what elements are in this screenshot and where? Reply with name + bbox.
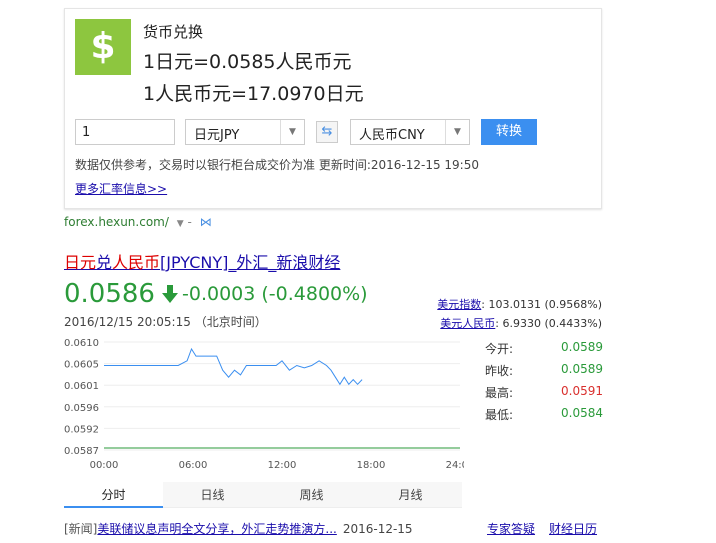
usdcny-value: : 6.9330 (0.4433%) bbox=[495, 317, 602, 330]
amount-input[interactable] bbox=[75, 119, 175, 145]
current-price: 0.0586 bbox=[64, 279, 155, 309]
x-tick-label: 12:00 bbox=[268, 460, 297, 471]
intraday-chart: 0.0610 0.0605 0.0601 0.0596 0.0592 0.0587 00:… bbox=[64, 338, 464, 471]
swap-currencies-button[interactable]: ⇆ bbox=[316, 121, 338, 143]
result-url: forex.hexun.com/ ▼ - ⋈ bbox=[64, 215, 212, 229]
stat-high: 最高: 0.0591 bbox=[485, 384, 603, 406]
rate-line-2: 1人民币元=17.0970日元 bbox=[143, 83, 364, 105]
snapshot-icon[interactable]: ⋈ bbox=[200, 215, 212, 229]
converter-title: 货币兑换 bbox=[143, 23, 204, 41]
stat-value: 0.0589 bbox=[561, 340, 603, 354]
price-change: -0.0003 (-0.4800%) bbox=[182, 283, 368, 305]
result-url-text: forex.hexun.com/ bbox=[64, 215, 169, 229]
stat-prev-close: 昨收: 0.0589 bbox=[485, 362, 603, 384]
y-tick-label: 0.0592 bbox=[64, 424, 99, 435]
y-tick-label: 0.0596 bbox=[64, 403, 99, 414]
econ-calendar-link[interactable]: 财经日历 bbox=[549, 520, 597, 537]
more-rates-link[interactable]: 更多汇率信息>> bbox=[75, 180, 167, 197]
y-tick-label: 0.0587 bbox=[64, 446, 99, 457]
dollar-icon: $ bbox=[75, 19, 131, 75]
stat-label: 最低: bbox=[485, 408, 514, 422]
stat-label: 今开: bbox=[485, 342, 514, 356]
from-currency-value: 日元JPY bbox=[194, 128, 240, 143]
timestamp: 2016/12/15 20:05:15 （北京时间） bbox=[64, 315, 267, 329]
tab-intraday[interactable]: 分时 bbox=[64, 482, 163, 508]
stat-value: 0.0591 bbox=[561, 384, 603, 398]
usd-index-link[interactable]: 美元指数 bbox=[437, 298, 481, 311]
y-tick-label: 0.0601 bbox=[64, 381, 99, 392]
price-line bbox=[104, 347, 363, 386]
url-dropdown-icon[interactable]: ▼ bbox=[177, 219, 184, 229]
to-currency-select[interactable]: 人民币CNY ▼ bbox=[350, 119, 470, 145]
x-ticks: 00:00 06:00 12:00 18:00 24:00 bbox=[90, 460, 464, 471]
y-tick-label: 0.0610 bbox=[64, 338, 99, 349]
chevron-down-icon: ▼ bbox=[280, 120, 304, 144]
usdcny-index: 美元人民币: 6.9330 (0.4433%) bbox=[440, 315, 602, 331]
down-arrow-icon bbox=[162, 285, 178, 303]
news-tag: [新闻] bbox=[64, 522, 98, 536]
stat-label: 昨收: bbox=[485, 364, 514, 378]
usd-index-value: : 103.0131 (0.9568%) bbox=[481, 298, 602, 311]
tab-daily[interactable]: 日线 bbox=[163, 482, 262, 508]
title-rest: [JPYCNY]_外汇_新浪财经 bbox=[160, 253, 341, 272]
y-ticks: 0.0610 0.0605 0.0601 0.0596 0.0592 0.0587 bbox=[64, 338, 99, 457]
to-currency-value: 人民币CNY bbox=[359, 128, 425, 143]
stat-open: 今开: 0.0589 bbox=[485, 340, 603, 362]
x-tick-label: 24:00 bbox=[446, 460, 464, 471]
stat-low: 最低: 0.0584 bbox=[485, 406, 603, 428]
stats-panel: 今开: 0.0589 昨收: 0.0589 最高: 0.0591 最低: 0.0584 bbox=[485, 340, 603, 428]
title-keyword-cny: 人民币 bbox=[112, 253, 161, 272]
usd-index: 美元指数: 103.0131 (0.9568%) bbox=[437, 296, 602, 312]
title-keyword-jpy: 日元 bbox=[64, 253, 97, 272]
tab-weekly[interactable]: 周线 bbox=[262, 482, 361, 508]
rate-line-1: 1日元=0.0585人民币元 bbox=[143, 51, 352, 73]
x-tick-label: 06:00 bbox=[179, 460, 208, 471]
result-title-link[interactable]: 日元兑人民币[JPYCNY]_外汇_新浪财经 bbox=[64, 249, 340, 273]
currency-converter-card: $ 货币兑换 1日元=0.0585人民币元 1人民币元=17.0970日元 日元… bbox=[64, 8, 602, 209]
disclaimer-text: 数据仅供参考，交易时以银行柜台成交价为准 更新时间:2016-12-15 19:… bbox=[75, 158, 479, 172]
title-connector: 兑 bbox=[96, 253, 113, 272]
chevron-down-icon: ▼ bbox=[445, 120, 469, 144]
tab-monthly[interactable]: 月线 bbox=[361, 482, 460, 508]
stat-value: 0.0584 bbox=[561, 406, 603, 420]
swap-icon: ⇆ bbox=[321, 124, 333, 139]
news-item: [新闻]美联储议息声明全文分享，外汇走势推演方... 2016-12-15 bbox=[64, 520, 413, 537]
expert-qa-link[interactable]: 专家答疑 bbox=[487, 520, 535, 537]
news-date: 2016-12-15 bbox=[342, 522, 413, 536]
news-headline-link[interactable]: 美联储议息声明全文分享，外汇走势推演方... bbox=[97, 522, 336, 536]
usdcny-link[interactable]: 美元人民币 bbox=[440, 317, 495, 330]
stat-label: 最高: bbox=[485, 386, 514, 400]
from-currency-select[interactable]: 日元JPY ▼ bbox=[185, 119, 305, 145]
chart-tabs: 分时 日线 周线 月线 bbox=[64, 482, 462, 508]
chart-grid bbox=[104, 341, 460, 451]
stat-value: 0.0589 bbox=[561, 362, 603, 376]
y-tick-label: 0.0605 bbox=[64, 360, 99, 371]
x-tick-label: 00:00 bbox=[90, 460, 119, 471]
x-tick-label: 18:00 bbox=[357, 460, 386, 471]
convert-button[interactable]: 转换 bbox=[481, 119, 537, 145]
